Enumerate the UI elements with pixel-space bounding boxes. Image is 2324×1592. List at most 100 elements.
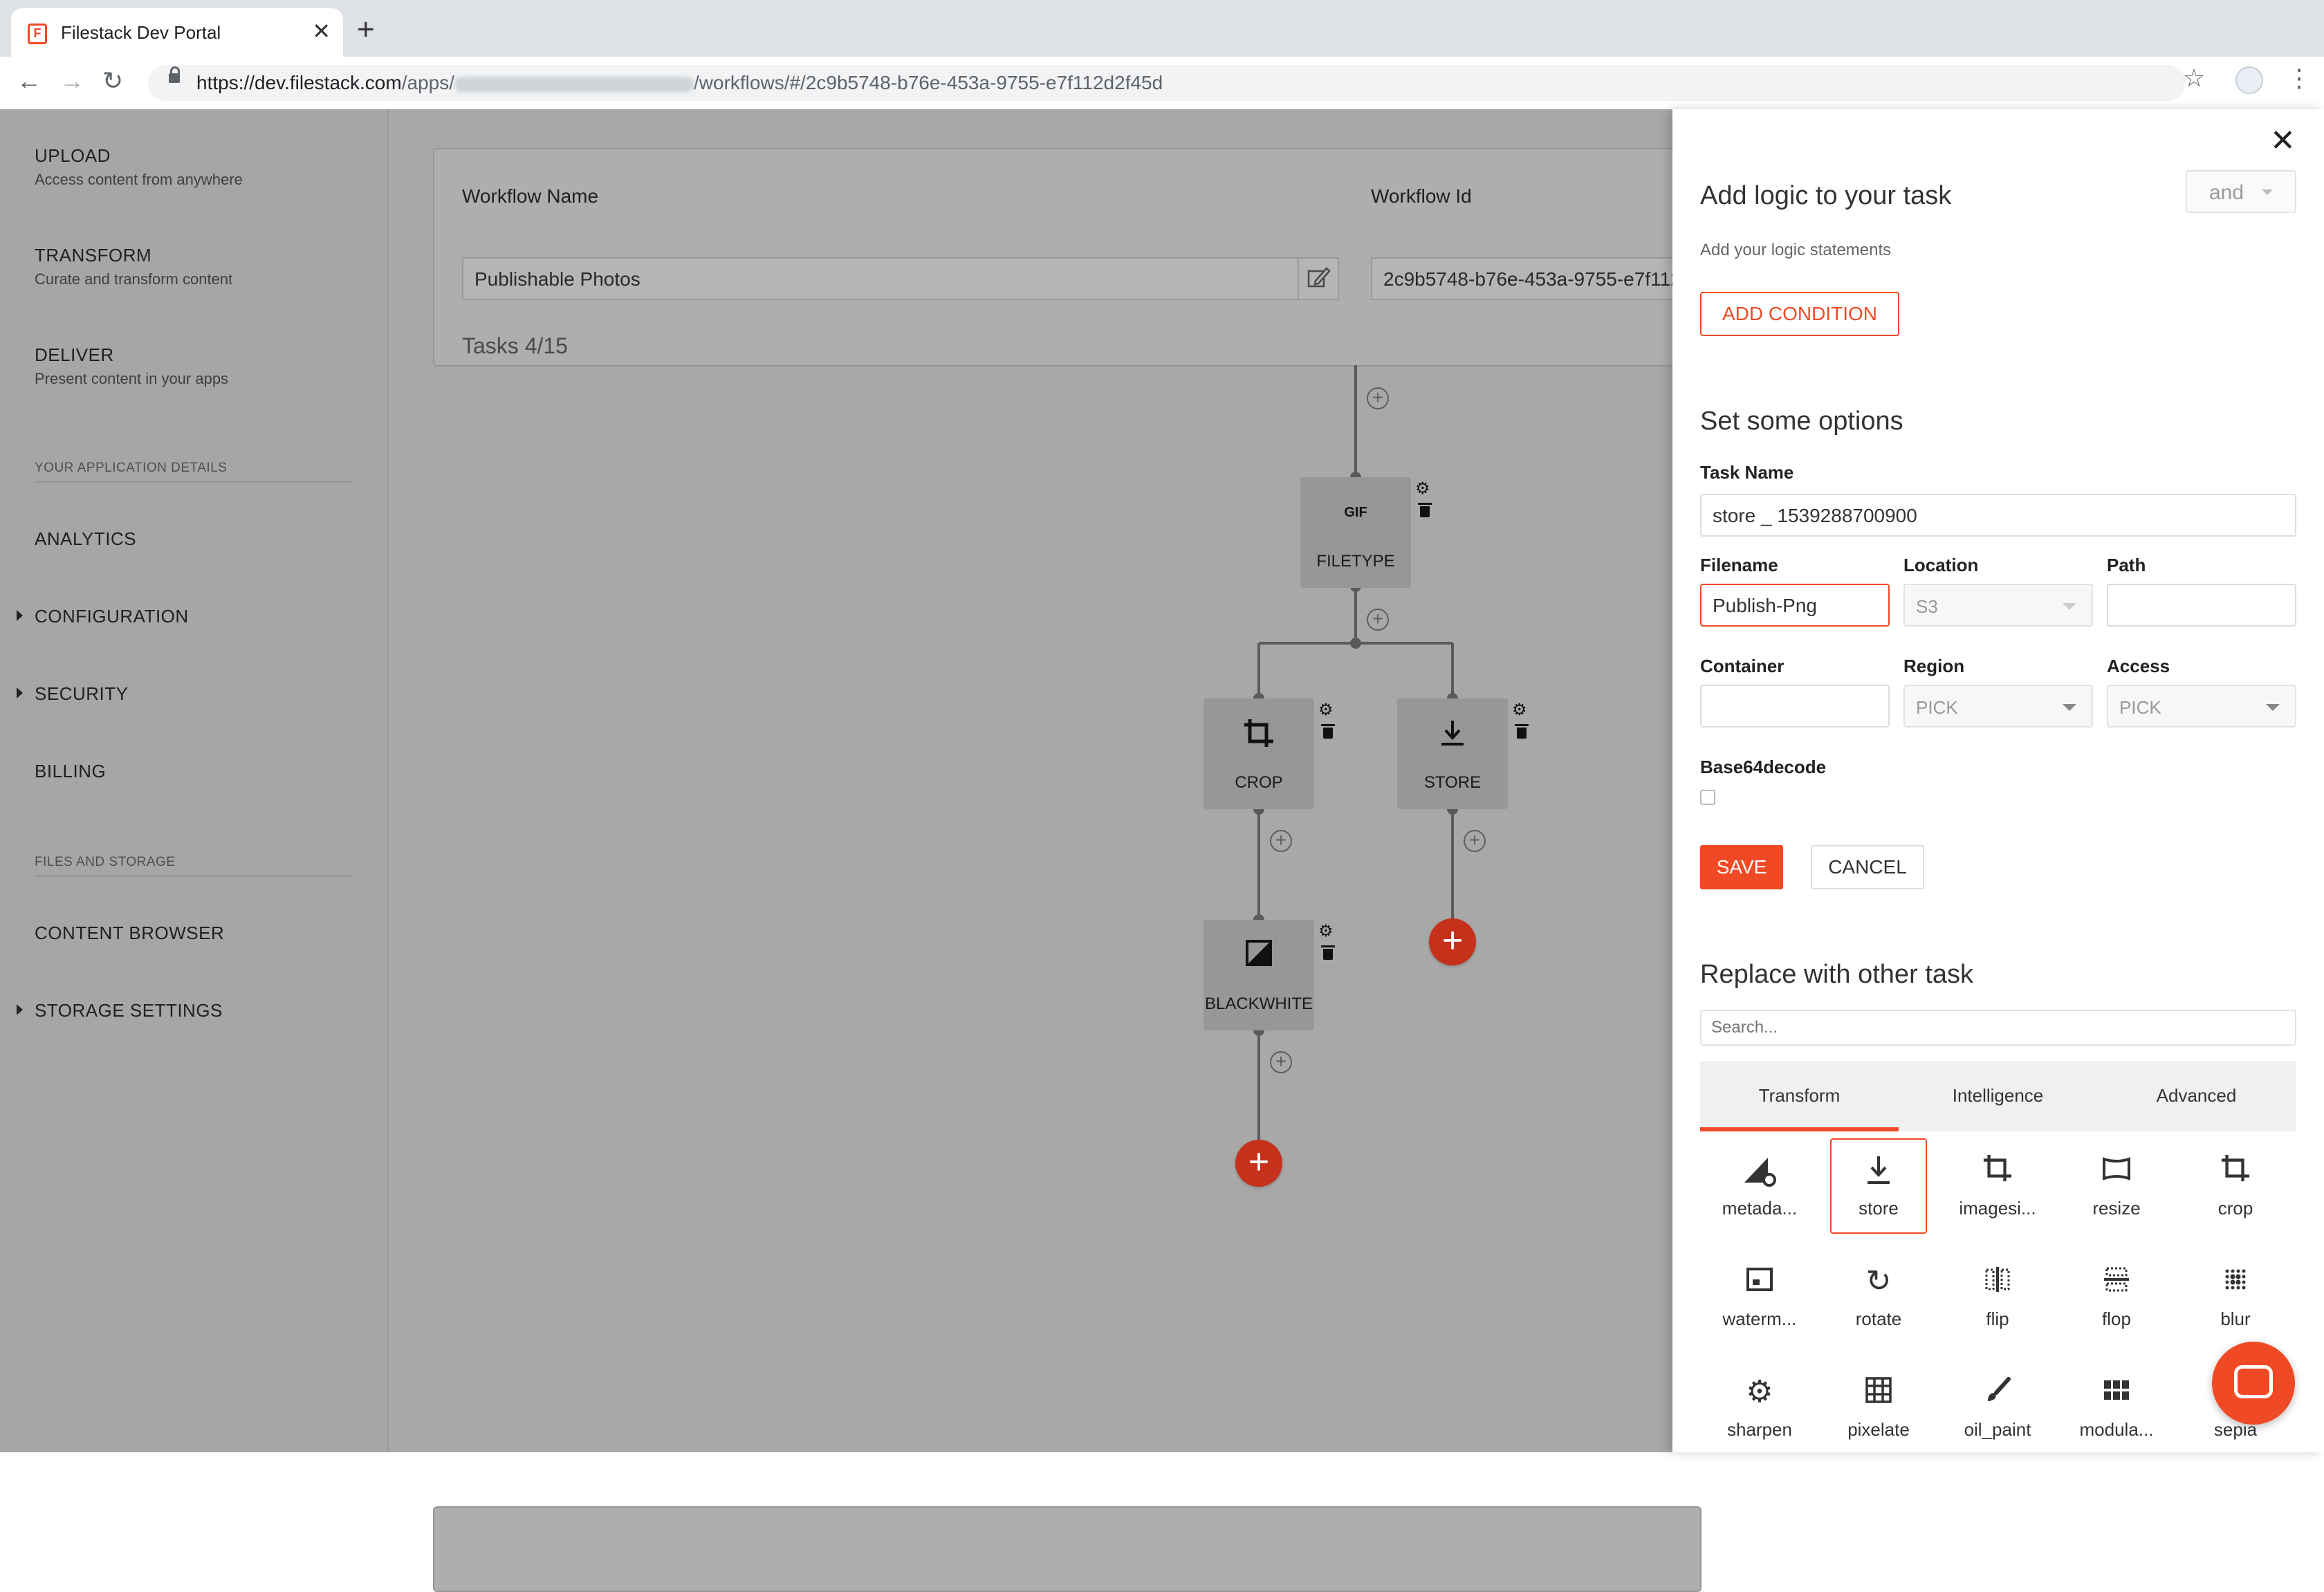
node-blackwhite[interactable]: BLACKWHITE (1204, 920, 1314, 1030)
task-flop[interactable]: flop (2068, 1250, 2165, 1346)
task-category-tabs: Transform Intelligence Advanced (1700, 1061, 2296, 1131)
sidebar-item-transform[interactable]: TRANSFORM Curate and transform content (35, 245, 232, 288)
profile-avatar[interactable] (2235, 66, 2263, 94)
task-modulate[interactable]: modula... (2068, 1361, 2165, 1456)
task-label: flop (2102, 1308, 2131, 1329)
new-tab-icon[interactable]: + (357, 12, 375, 47)
cancel-button[interactable]: CANCEL (1811, 845, 1924, 889)
close-panel-icon[interactable]: ✕ (2270, 123, 2296, 158)
redacted-app-id (454, 76, 694, 92)
browser-tab[interactable]: F Filestack Dev Portal ✕ (11, 8, 343, 57)
region-select[interactable]: PICK (1903, 685, 2093, 728)
tab-title: Filestack Dev Portal (61, 22, 221, 43)
trash-icon[interactable] (1418, 503, 1432, 517)
path-label: Path (2107, 555, 2146, 575)
add-step-icon[interactable]: + (1464, 830, 1486, 852)
sidebar-item-upload[interactable]: UPLOAD Access content from anywhere (35, 145, 243, 189)
node-store[interactable]: STORE (1397, 698, 1508, 809)
tab-intelligence[interactable]: Intelligence (1899, 1061, 2097, 1131)
task-oil-paint[interactable]: oil_paint (1949, 1361, 2046, 1456)
trash-icon[interactable] (1321, 724, 1335, 739)
logic-operator-select[interactable]: and (2186, 170, 2296, 213)
node-filetype[interactable]: GIF FILETYPE (1300, 477, 1411, 588)
task-flip[interactable]: flip (1949, 1250, 2046, 1346)
add-step-icon[interactable]: + (1367, 609, 1389, 631)
tab-transform[interactable]: Transform (1700, 1061, 1899, 1131)
task-search-input[interactable] (1700, 1010, 2296, 1046)
store-icon (1868, 1156, 1890, 1184)
sidebar: UPLOAD Access content from anywhere TRAN… (0, 109, 389, 1452)
gear-icon[interactable]: ⚙ (1318, 921, 1334, 941)
chat-launcher-button[interactable] (2212, 1342, 2295, 1425)
access-select[interactable]: PICK (2107, 685, 2296, 728)
sidebar-item-subtitle: Access content from anywhere (35, 171, 243, 188)
sidebar-item-storage-settings[interactable]: STORAGE SETTINGS (35, 1000, 223, 1021)
task-rotate[interactable]: ↻ rotate (1830, 1250, 1927, 1346)
task-blur[interactable]: blur (2187, 1250, 2284, 1346)
location-select[interactable]: S3 (1903, 584, 2093, 627)
forward-arrow-icon[interactable]: → (59, 66, 84, 95)
task-sharpen[interactable]: ⚙ sharpen (1711, 1361, 1808, 1456)
filename-label: Filename (1700, 555, 1778, 575)
oil-paint-icon (1988, 1377, 2011, 1401)
filename-input[interactable]: Publish-Png (1700, 584, 1890, 627)
flop-icon (2104, 1267, 2129, 1292)
address-bar[interactable]: https://dev.filestack.com/apps//workflow… (148, 65, 2186, 101)
chevron-down-icon (2266, 704, 2280, 711)
task-label: sharpen (1727, 1419, 1792, 1440)
gear-icon[interactable]: ⚙ (1512, 700, 1527, 720)
task-label: flip (1986, 1308, 2009, 1329)
task-store[interactable]: store (1830, 1138, 1927, 1234)
back-arrow-icon[interactable]: ← (17, 66, 42, 95)
trash-icon[interactable] (1321, 945, 1335, 960)
sidebar-item-security[interactable]: SECURITY (35, 683, 128, 705)
node-label: CROP (1235, 773, 1283, 792)
sidebar-item-deliver[interactable]: DELIVER Present content in your apps (35, 344, 228, 388)
access-label: Access (2107, 656, 2170, 676)
sidebar-item-billing[interactable]: BILLING (35, 761, 106, 782)
caret-right-icon (17, 1004, 23, 1015)
add-step-icon[interactable]: + (1270, 1051, 1292, 1073)
tab-close-icon[interactable]: ✕ (312, 18, 331, 44)
base64-label: Base64decode (1700, 757, 1827, 777)
task-resize[interactable]: resize (2068, 1140, 2165, 1235)
filestack-favicon-icon: F (28, 24, 47, 44)
path-input[interactable] (2107, 584, 2296, 627)
sidebar-item-configuration[interactable]: CONFIGURATION (35, 606, 189, 627)
task-watermark[interactable]: waterm... (1711, 1250, 1808, 1346)
url-text: https://dev.filestack.com/apps//workflow… (196, 72, 1163, 93)
gear-icon[interactable]: ⚙ (1318, 700, 1334, 720)
contrast-icon (1246, 940, 1272, 966)
reload-icon[interactable]: ↻ (102, 66, 123, 95)
task-crop[interactable]: crop (2187, 1140, 2284, 1235)
task-metadata[interactable]: metada... (1711, 1140, 1808, 1235)
task-name-input[interactable]: store _ 1539288700900 (1700, 494, 2296, 537)
sidebar-item-subtitle: Curate and transform content (35, 270, 233, 288)
watermark-icon (1746, 1268, 1773, 1291)
task-imagesize[interactable]: imagesi... (1949, 1140, 2046, 1235)
add-step-icon[interactable]: + (1270, 830, 1292, 852)
tab-advanced[interactable]: Advanced (2097, 1061, 2296, 1131)
trash-icon[interactable] (1515, 724, 1529, 739)
section-label-files-storage: FILES AND STORAGE (35, 855, 353, 877)
workflow-footer-card (433, 1506, 1702, 1592)
add-step-icon[interactable]: + (1367, 387, 1389, 409)
add-task-button[interactable]: + (1429, 918, 1476, 965)
base64-checkbox[interactable] (1700, 790, 1715, 805)
sidebar-item-content-browser[interactable]: CONTENT BROWSER (35, 923, 224, 944)
add-condition-button[interactable]: ADD CONDITION (1700, 292, 1899, 336)
node-crop[interactable]: CROP (1204, 698, 1314, 809)
container-input[interactable] (1700, 685, 1890, 728)
task-pixelate[interactable]: pixelate (1830, 1361, 1927, 1456)
gear-icon[interactable]: ⚙ (1415, 479, 1430, 499)
sidebar-item-analytics[interactable]: ANALYTICS (35, 528, 136, 550)
task-settings-panel: ✕ Add logic to your task and Add your lo… (1672, 109, 2324, 1452)
bookmark-star-icon[interactable]: ☆ (2183, 64, 2205, 93)
add-task-button[interactable]: + (1235, 1140, 1282, 1187)
browser-menu-icon[interactable]: ⋮ (2287, 64, 2312, 93)
task-label: rotate (1855, 1308, 1902, 1329)
save-button[interactable]: SAVE (1700, 845, 1783, 889)
access-value: PICK (2119, 697, 2161, 718)
pixelate-icon (1865, 1377, 1892, 1403)
flip-icon (1985, 1267, 2010, 1292)
